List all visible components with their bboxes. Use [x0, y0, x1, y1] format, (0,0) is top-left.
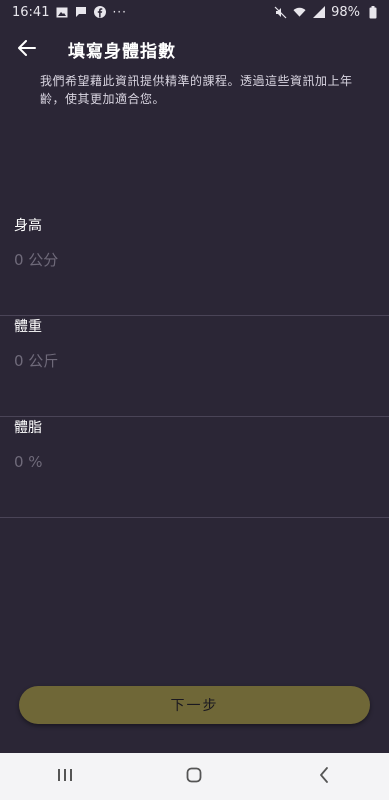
- system-nav-bar: [0, 753, 389, 800]
- facebook-icon: [93, 6, 106, 19]
- recent-apps-icon: [57, 767, 73, 786]
- header: 填寫身體指數: [0, 36, 389, 64]
- weight-label: 體重: [14, 319, 42, 335]
- status-bar: 16:41 ··· 98%: [0, 0, 389, 24]
- message-icon: [74, 6, 87, 19]
- battery-percent: 98%: [331, 4, 360, 20]
- page-title: 填寫身體指數: [68, 42, 176, 62]
- status-bar-left: 16:41 ···: [12, 5, 127, 20]
- recent-apps-button[interactable]: [45, 757, 85, 797]
- signal-icon: [312, 6, 325, 19]
- body-fat-input[interactable]: [14, 449, 374, 475]
- status-bar-right: 98%: [274, 5, 379, 20]
- weight-field: 體重: [0, 316, 389, 417]
- body-fat-field: 體脂: [0, 417, 389, 518]
- back-button[interactable]: [14, 36, 40, 64]
- next-step-button[interactable]: 下一步: [19, 686, 370, 724]
- height-input[interactable]: [14, 247, 374, 273]
- body-fat-label: 體脂: [14, 420, 42, 436]
- height-field: 身高: [0, 215, 389, 316]
- more-notifications-indicator: ···: [112, 5, 127, 19]
- mute-icon: [274, 6, 287, 19]
- arrow-left-icon: [18, 40, 36, 60]
- battery-icon: [366, 5, 379, 19]
- height-label: 身高: [14, 218, 42, 234]
- gallery-icon: [55, 6, 68, 19]
- wifi-icon: [293, 6, 306, 19]
- back-icon: [319, 766, 329, 787]
- page-description: 我們希望藉此資訊提供精準的課程。透過這些資訊加上年齡，使其更加適合您。: [40, 74, 353, 106]
- weight-input[interactable]: [14, 348, 374, 374]
- home-icon: [186, 767, 202, 787]
- home-button[interactable]: [174, 757, 214, 797]
- system-back-button[interactable]: [304, 757, 344, 797]
- status-time: 16:41: [12, 4, 50, 20]
